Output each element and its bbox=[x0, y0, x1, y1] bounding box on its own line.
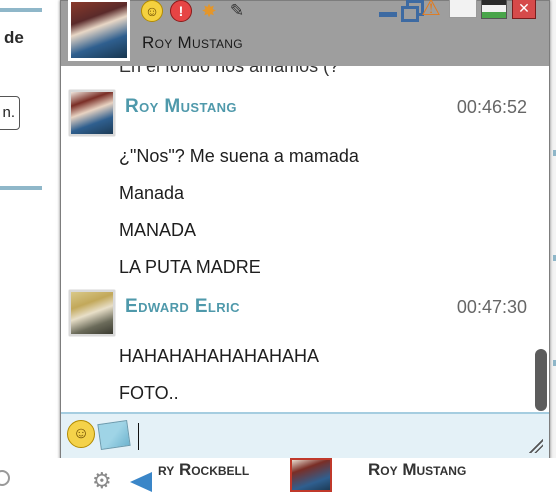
chat-window: ☺ ! ✸ ✎ Roy Mustang ⚠ En el fondo nos am… bbox=[60, 0, 550, 460]
message-timestamp: 00:47:30 bbox=[456, 297, 527, 317]
sender-avatar bbox=[69, 90, 115, 136]
chat-header: ☺ ! ✸ ✎ Roy Mustang ⚠ bbox=[61, 0, 549, 66]
sender-name: Roy Mustang bbox=[125, 96, 237, 117]
effects-icon[interactable]: ✸ bbox=[197, 0, 221, 23]
minimize-icon[interactable] bbox=[377, 0, 399, 19]
message-line: Manada bbox=[119, 183, 185, 203]
alert-icon[interactable]: ! bbox=[170, 0, 192, 22]
background-text: de bbox=[4, 28, 24, 47]
message-input[interactable] bbox=[137, 420, 527, 452]
arrow-left-icon[interactable] bbox=[130, 472, 152, 492]
message-line: En el fondo nos amamos (? bbox=[119, 66, 340, 76]
divider bbox=[0, 186, 42, 190]
image-icon[interactable] bbox=[97, 420, 131, 450]
chat-taskbar: ⚙ ry Rockbell Roy Mustang bbox=[0, 458, 556, 492]
text-caret bbox=[138, 423, 139, 450]
divider bbox=[0, 8, 42, 12]
status-icon[interactable] bbox=[0, 470, 10, 486]
message-line: HAHAHAHAHAHAHAHA bbox=[119, 346, 320, 366]
taskbar-item-label[interactable]: Roy Mustang bbox=[368, 460, 466, 480]
smiley-icon[interactable]: ☺ bbox=[141, 0, 163, 22]
scrollbar[interactable] bbox=[534, 66, 548, 412]
message-line: MANADA bbox=[119, 220, 197, 240]
print-icon[interactable] bbox=[481, 0, 507, 19]
resize-handle-icon[interactable] bbox=[529, 439, 543, 453]
taskbar-avatar[interactable] bbox=[290, 458, 332, 492]
message-line: LA PUTA MADRE bbox=[119, 257, 261, 277]
message-composer: ☺ bbox=[61, 412, 549, 459]
warning-icon[interactable]: ⚠ bbox=[418, 0, 444, 20]
sender-name: Edward Elric bbox=[125, 296, 240, 317]
background-page: de n. bbox=[0, 0, 62, 492]
gear-icon[interactable]: ⚙ bbox=[92, 468, 112, 492]
sender-avatar bbox=[69, 290, 115, 336]
emoji-icon[interactable]: ☺ bbox=[67, 420, 95, 448]
message-timestamp: 00:46:52 bbox=[456, 97, 527, 117]
message-line: ¿"Nos"? Me suena a mamada bbox=[119, 146, 359, 166]
pen-icon[interactable]: ✎ bbox=[225, 0, 249, 23]
close-icon[interactable] bbox=[512, 0, 536, 19]
background-button[interactable]: n. bbox=[0, 96, 20, 130]
mail-icon[interactable] bbox=[449, 0, 477, 19]
contact-avatar[interactable] bbox=[68, 0, 130, 61]
message-list[interactable]: En el fondo nos amamos (? Roy Mustang 00… bbox=[61, 66, 549, 412]
message-line: FOTO.. bbox=[119, 383, 179, 403]
scrollbar-thumb[interactable] bbox=[535, 349, 547, 411]
taskbar-item-label[interactable]: ry Rockbell bbox=[158, 460, 249, 480]
contact-name: Roy Mustang bbox=[142, 33, 243, 52]
